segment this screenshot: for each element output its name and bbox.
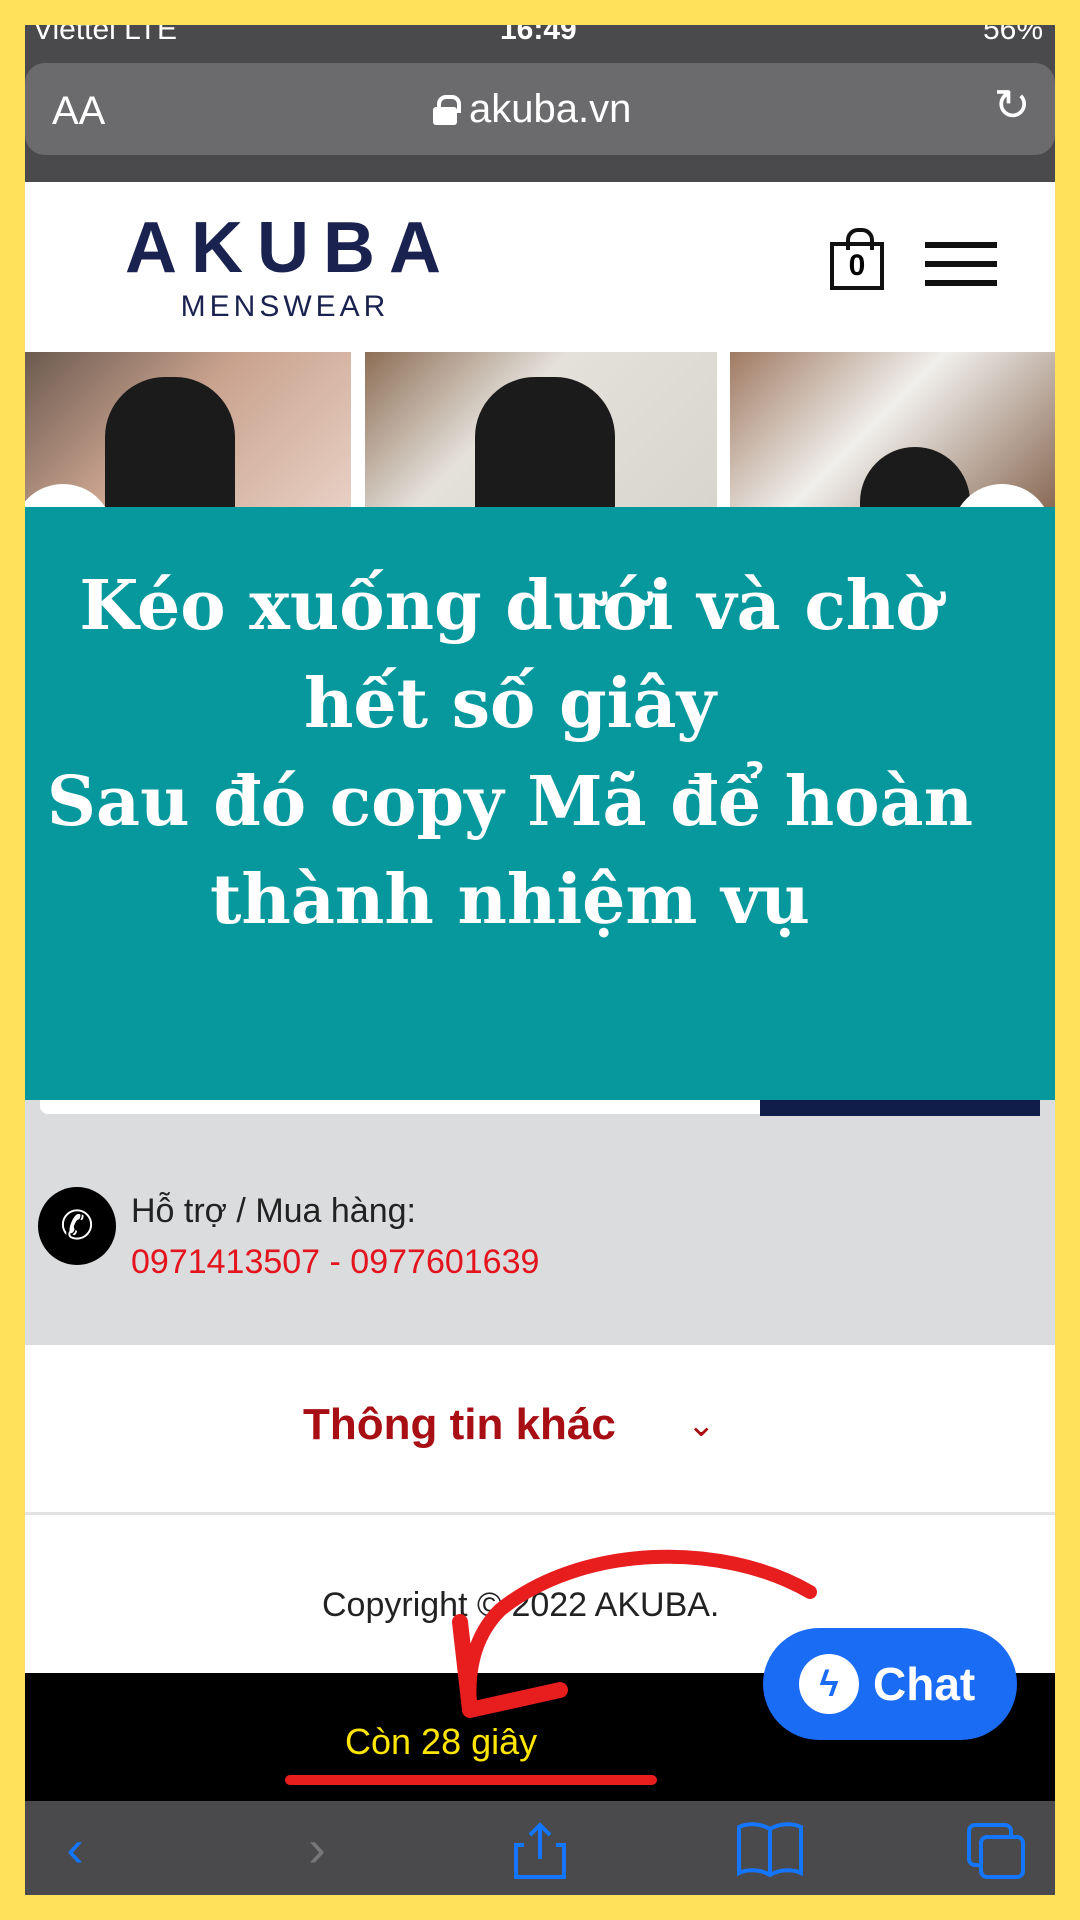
url-text: akuba.vn [469, 87, 632, 131]
photo-carousel: ‹ › [25, 352, 1055, 584]
browser-address-area: AA akuba.vn ↻ [25, 45, 1055, 182]
url-field[interactable]: akuba.vn [433, 87, 631, 132]
reload-icon[interactable]: ↻ [989, 83, 1035, 129]
clock: 16:49 [500, 25, 577, 45]
newsletter-submit-button[interactable] [760, 1100, 1040, 1116]
support-section: ✆ Hỗ trợ / Mua hàng: 0971413507 - 097760… [25, 1100, 1055, 1345]
other-info-toggle[interactable]: Thông tin khác ⌄ [25, 1345, 1055, 1515]
carrier-label: Viettel LTE [33, 25, 177, 45]
phone-screen: Viettel LTE 16:49 56% AA akuba.vn ↻ AKUB… [25, 25, 1055, 1895]
status-bar: Viettel LTE 16:49 56% [25, 25, 1055, 45]
bookmarks-icon[interactable] [730, 1821, 810, 1878]
countdown-text: Còn 28 giây [345, 1721, 538, 1762]
cart-icon[interactable]: 0 [830, 228, 884, 290]
messenger-icon: ϟ [799, 1654, 859, 1714]
cart-count: 0 [848, 249, 866, 282]
hamburger-menu-icon[interactable] [925, 242, 997, 286]
back-icon[interactable]: ‹ [45, 1821, 105, 1877]
browser-toolbar: ‹ › [25, 1801, 1055, 1895]
address-bar[interactable]: AA akuba.vn ↻ [25, 63, 1055, 155]
support-label: Hỗ trợ / Mua hàng: [131, 1192, 416, 1230]
instruction-line: Kéo xuống dưới và chờ [79, 566, 941, 646]
text-size-label: AA [52, 89, 106, 133]
newsletter-input[interactable] [40, 1100, 780, 1114]
other-info-label: Thông tin khác [303, 1400, 616, 1449]
text-size-button[interactable]: AA [52, 89, 105, 134]
instruction-line: thành nhiệm vụ [209, 860, 810, 940]
akuba-logo[interactable]: AKUBA MENSWEAR [125, 212, 445, 324]
phone-icon[interactable]: ✆ [38, 1187, 116, 1265]
site-header: AKUBA MENSWEAR 0 [25, 182, 1055, 352]
product-photo[interactable] [25, 352, 351, 507]
copyright-text: Copyright © 2022 AKUBA. [322, 1586, 720, 1624]
chat-label: Chat [873, 1658, 976, 1710]
share-icon[interactable] [505, 1821, 575, 1879]
instruction-overlay: Kéo xuống dưới và chờ hết số giây Sau đó… [25, 507, 1055, 1100]
battery-level: 56% [982, 25, 1043, 45]
forward-icon[interactable]: › [287, 1821, 347, 1877]
logo-text: AKUBA [125, 208, 455, 288]
messenger-chat-button[interactable]: ϟ Chat [763, 1628, 1017, 1740]
support-phone-numbers[interactable]: 0971413507 - 0977601639 [131, 1243, 539, 1282]
instruction-line: Sau đó copy Mã để hoàn [46, 762, 974, 842]
tabs-icon[interactable] [961, 1821, 1031, 1879]
lock-icon [433, 94, 461, 125]
instruction-line: hết số giây [303, 664, 717, 744]
instruction-text: Kéo xuống dưới và chờ hết số giây Sau đó… [25, 557, 995, 949]
logo-subtitle: MENSWEAR [180, 290, 390, 323]
product-photo[interactable] [365, 352, 717, 507]
chevron-down-icon: ⌄ [687, 1406, 716, 1444]
